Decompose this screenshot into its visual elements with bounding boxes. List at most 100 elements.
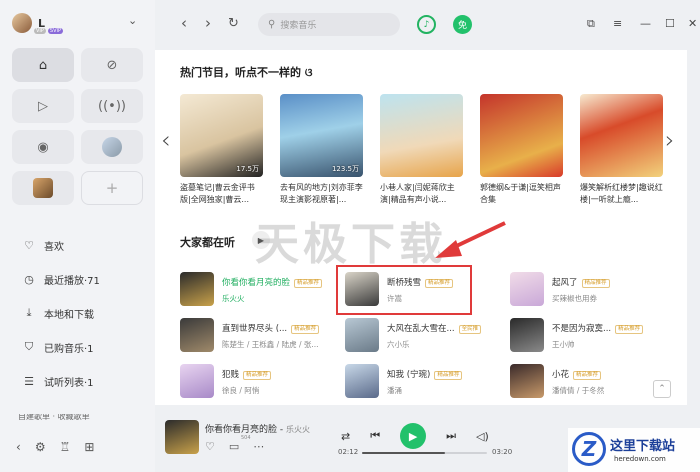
song-cover[interactable] bbox=[180, 272, 214, 306]
song-artist[interactable]: 潘涌 bbox=[387, 385, 402, 396]
program-cover[interactable]: 17.5万 bbox=[180, 94, 263, 177]
chevron-down-icon[interactable]: ⌄ bbox=[128, 14, 137, 27]
sound-wave-icon: ଓ bbox=[304, 66, 313, 79]
minimize-icon[interactable]: — bbox=[640, 17, 651, 30]
song-artist[interactable]: 六小乐 bbox=[387, 339, 410, 350]
carousel-left-arrow[interactable]: ‹ bbox=[161, 126, 171, 154]
mini-mode-icon[interactable]: ⧉ bbox=[587, 17, 595, 31]
radio-icon[interactable]: ((•)) bbox=[81, 89, 143, 123]
close-icon[interactable]: ✕ bbox=[688, 17, 697, 30]
song-cover[interactable] bbox=[510, 364, 544, 398]
video-icon[interactable]: ▷ bbox=[12, 89, 74, 123]
like-icon[interactable]: ♡ bbox=[205, 440, 215, 453]
program-title[interactable]: 爆笑解析红楼梦|趣说红楼|一听就上瘾... bbox=[580, 182, 663, 206]
more-icon[interactable]: ⋯ bbox=[253, 440, 264, 453]
comment-count: 504 bbox=[241, 435, 251, 441]
program-cover[interactable] bbox=[380, 94, 463, 177]
maximize-icon[interactable]: ☐ bbox=[665, 17, 675, 30]
skin-icon[interactable]: ♖ bbox=[60, 440, 71, 454]
next-icon[interactable]: ⏭ bbox=[446, 429, 456, 443]
song-item[interactable]: 知我 (宁琬) 精品推荐 潘涌 bbox=[345, 364, 505, 400]
sidebar-item-local[interactable]: ⤓ 本地和下载 bbox=[22, 296, 100, 330]
progress-bar[interactable] bbox=[362, 452, 487, 454]
back-arrow-icon[interactable]: ‹ bbox=[181, 14, 187, 32]
clock-icon: ◷ bbox=[24, 272, 34, 286]
program-title[interactable]: 去有风的地方|刘亦菲李现主演影视原著|... bbox=[280, 182, 363, 206]
menu-icon[interactable]: ≡ bbox=[613, 17, 622, 30]
user-name[interactable]: L bbox=[38, 18, 45, 29]
pinned-playlist-button[interactable] bbox=[81, 130, 143, 164]
back-to-top-button[interactable]: ⌃ bbox=[653, 380, 671, 398]
program-cover[interactable] bbox=[580, 94, 663, 177]
previous-icon[interactable]: ⏮ bbox=[370, 429, 380, 443]
song-name[interactable]: 犯贱 精品推荐 bbox=[222, 368, 272, 380]
song-name[interactable]: 知我 (宁琬) 精品推荐 bbox=[387, 368, 463, 380]
pinned-album-button[interactable] bbox=[12, 171, 74, 205]
program-cover[interactable]: 123.5万 bbox=[280, 94, 363, 177]
now-playing-title[interactable]: 你看你看月亮的脸 - 乐火火 bbox=[205, 422, 310, 435]
game-icon[interactable]: ⊞ bbox=[84, 440, 94, 454]
program-card[interactable]: 爆笑解析红楼梦|趣说红楼|一听就上瘾... bbox=[580, 94, 663, 206]
song-name[interactable]: 大风在乱大雪在... 全民推 bbox=[387, 322, 482, 334]
search-input[interactable]: ⚲ 搜索音乐 bbox=[258, 13, 400, 36]
sidebar-item-favorites[interactable]: ♡ 喜欢 bbox=[22, 228, 100, 262]
shuffle-icon[interactable]: ⇄ bbox=[341, 430, 350, 443]
now-playing-cover[interactable] bbox=[165, 420, 199, 454]
podcast-icon[interactable]: ◉ bbox=[12, 130, 74, 164]
song-artist[interactable]: 徐良 / 阿悄 bbox=[222, 385, 259, 396]
sidebar-item-recent[interactable]: ◷ 最近播放·71 bbox=[22, 262, 100, 296]
playlist-section-tabs[interactable]: 自建歌单 · 收藏歌单 bbox=[18, 414, 90, 420]
program-cover[interactable] bbox=[480, 94, 563, 177]
song-artist[interactable]: 潘倩倩 / 于冬然 bbox=[552, 385, 604, 396]
now-playing-artist[interactable]: 乐火火 bbox=[286, 425, 310, 434]
add-shortcut-button[interactable]: + bbox=[81, 171, 143, 205]
song-cover[interactable] bbox=[345, 364, 379, 398]
music-recognition-icon[interactable]: ♪ bbox=[417, 15, 436, 34]
song-artist[interactable]: 陈楚生 / 王栎鑫 / 陆虎 / 张... bbox=[222, 339, 319, 350]
song-cover[interactable] bbox=[510, 318, 544, 352]
volume-icon[interactable]: ◁) bbox=[476, 430, 489, 443]
song-name[interactable]: 不是因为寂寞... 精品推荐 bbox=[552, 322, 644, 334]
home-icon[interactable]: ⌂ bbox=[12, 48, 74, 82]
sidebar-item-purchased[interactable]: ⛉ 已购音乐·1 bbox=[22, 330, 100, 364]
program-card[interactable]: 17.5万 盗墓笔记|曹云金评书版|全网独家|曹云... bbox=[180, 94, 263, 206]
song-item[interactable]: 犯贱 精品推荐 徐良 / 阿悄 bbox=[180, 364, 340, 400]
song-cover[interactable] bbox=[180, 364, 214, 398]
sidebar-item-trial-list[interactable]: ☰ 试听列表·1 bbox=[22, 364, 100, 398]
program-title[interactable]: 小巷人家|闫妮蒋欣主演|精品有声小说... bbox=[380, 182, 463, 206]
song-name[interactable]: 起风了 精品推荐 bbox=[552, 276, 610, 288]
song-name[interactable]: 直到世界尽头 (... 精品推荐 bbox=[222, 322, 320, 334]
song-name[interactable]: 你看你看月亮的脸 精品推荐 bbox=[222, 276, 323, 288]
vip-badges: VIP SVIP bbox=[34, 28, 64, 34]
song-item[interactable]: 大风在乱大雪在... 全民推 六小乐 bbox=[345, 318, 505, 354]
explore-icon[interactable]: ⊘ bbox=[81, 48, 143, 82]
avatar[interactable] bbox=[12, 13, 32, 33]
program-title[interactable]: 郭德纲&于谦|逗笑相声合集 bbox=[480, 182, 563, 206]
song-name[interactable]: 小花 精品推荐 bbox=[552, 368, 602, 380]
play-button[interactable]: ▶ bbox=[400, 423, 427, 449]
song-item[interactable]: 直到世界尽头 (... 精品推荐 陈楚生 / 王栎鑫 / 陆虎 / 张... bbox=[180, 318, 340, 354]
carousel-right-arrow[interactable]: › bbox=[665, 126, 675, 154]
comment-icon[interactable]: ▭ bbox=[229, 440, 239, 453]
song-item[interactable]: 不是因为寂寞... 精品推荐 王小帅 bbox=[510, 318, 670, 354]
settings-icon[interactable]: ⚙ bbox=[35, 440, 46, 454]
forward-arrow-icon[interactable]: › bbox=[205, 14, 211, 32]
program-title[interactable]: 盗墓笔记|曹云金评书版|全网独家|曹云... bbox=[180, 182, 263, 206]
song-item[interactable]: 起风了 精品推荐 买辣椒也用券 bbox=[510, 272, 670, 308]
song-cover[interactable] bbox=[510, 272, 544, 306]
song-cover[interactable] bbox=[345, 318, 379, 352]
member-badge[interactable]: 免 bbox=[453, 15, 472, 34]
song-item[interactable]: 小花 精品推荐 潘倩倩 / 于冬然 bbox=[510, 364, 670, 400]
song-artist[interactable]: 买辣椒也用券 bbox=[552, 293, 597, 304]
program-card[interactable]: 123.5万 去有风的地方|刘亦菲李现主演影视原著|... bbox=[280, 94, 363, 206]
song-artist[interactable]: 王小帅 bbox=[552, 339, 575, 350]
song-item[interactable]: 你看你看月亮的脸 精品推荐 乐火火 bbox=[180, 272, 340, 308]
highlight-box bbox=[336, 265, 472, 315]
back-icon[interactable]: ‹ bbox=[16, 440, 21, 454]
song-cover[interactable] bbox=[180, 318, 214, 352]
nav-grid: ⌂ ⊘ ▷ ((•)) ◉ + bbox=[12, 48, 143, 205]
program-card[interactable]: 郭德纲&于谦|逗笑相声合集 bbox=[480, 94, 563, 206]
song-artist[interactable]: 乐火火 bbox=[222, 293, 245, 304]
program-card[interactable]: 小巷人家|闫妮蒋欣主演|精品有声小说... bbox=[380, 94, 463, 206]
refresh-icon[interactable]: ↻ bbox=[228, 16, 239, 31]
